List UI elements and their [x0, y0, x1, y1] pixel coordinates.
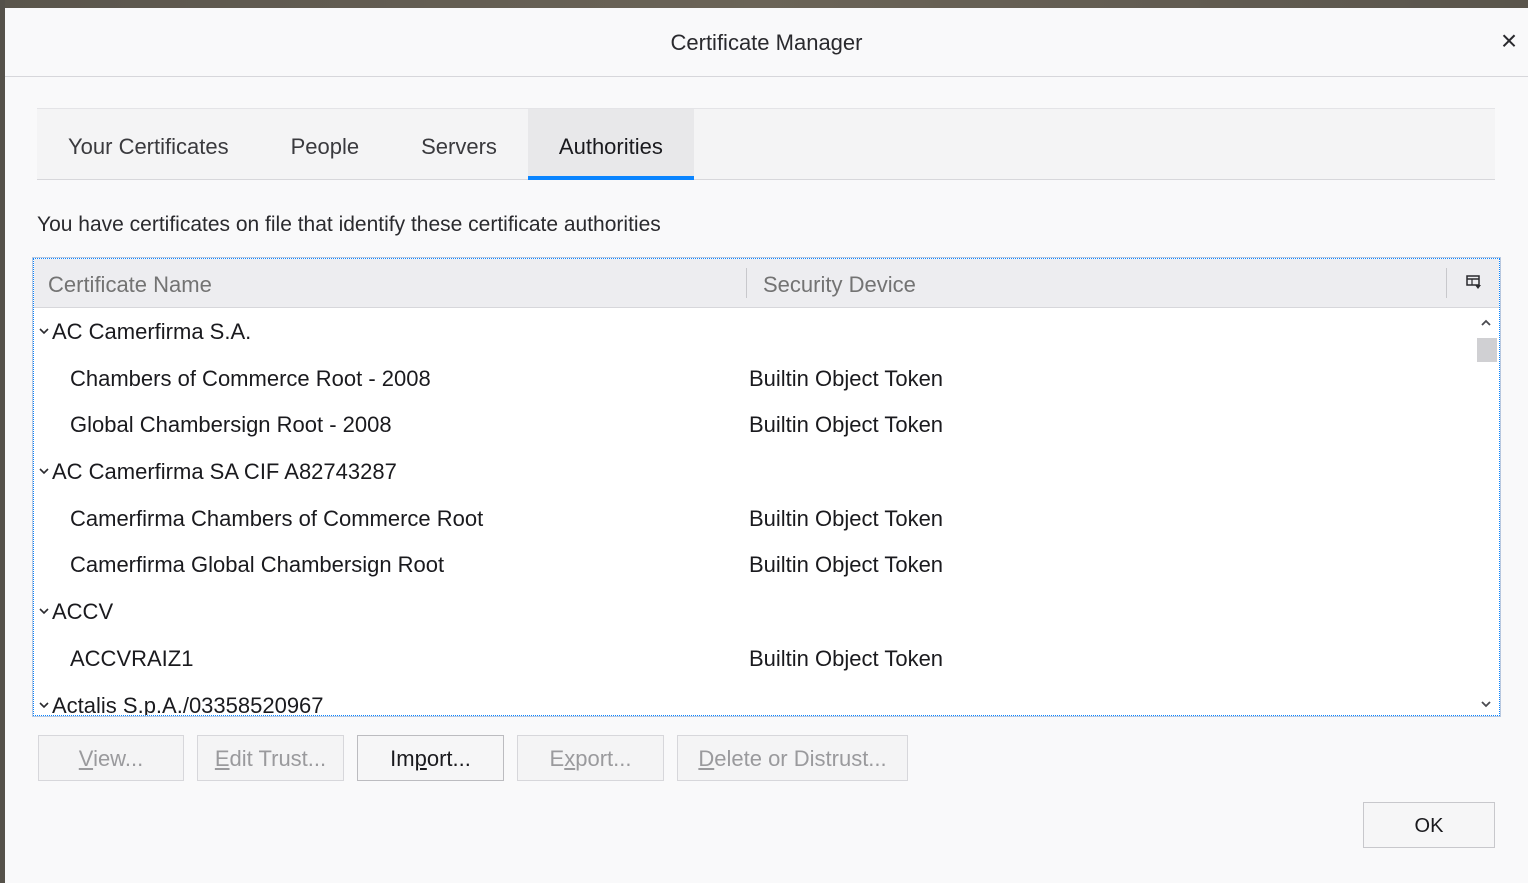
- window-frame-top: [0, 0, 1528, 8]
- button-access-key: p: [414, 746, 427, 771]
- tree-group-row[interactable]: AC Camerfirma S.A.: [34, 308, 1474, 355]
- close-icon[interactable]: ×: [1494, 26, 1524, 56]
- button-label: dit Trust...: [229, 746, 327, 771]
- button-label: iew...: [93, 746, 144, 771]
- export-button[interactable]: Export...: [517, 735, 664, 781]
- button-access-key: x: [564, 746, 576, 771]
- tree-group-row[interactable]: AC Camerfirma SA CIF A82743287: [34, 448, 1474, 495]
- security-device-cell: Builtin Object Token: [749, 645, 944, 671]
- import-button[interactable]: Import...: [357, 735, 504, 781]
- dialog-title: Certificate Manager: [670, 30, 863, 55]
- tree-group-row[interactable]: Actalis S.p.A./03358520967: [34, 682, 1474, 716]
- scroll-up-arrow-icon[interactable]: [1479, 316, 1493, 330]
- certificate-tree[interactable]: Certificate Name Security Device AC Came…: [32, 257, 1501, 717]
- tab-authorities[interactable]: Authorities: [527, 109, 694, 180]
- button-label: elete or Distrust...: [714, 746, 887, 771]
- tree-row[interactable]: ACCVRAIZ1 Builtin Object Token: [34, 635, 1474, 682]
- certificate-name-cell: Global Chambersign Root - 2008: [70, 412, 392, 438]
- scroll-down-arrow-icon[interactable]: [1479, 697, 1493, 711]
- certificate-name-cell: Camerfirma Global Chambersign Root: [70, 552, 445, 578]
- security-device-cell: Builtin Object Token: [749, 412, 944, 438]
- button-label: port...: [575, 746, 632, 771]
- certificate-name-cell: ACCVRAIZ1: [70, 645, 194, 671]
- tab-servers[interactable]: Servers: [390, 109, 528, 179]
- tree-row[interactable]: Camerfirma Chambers of Commerce Root Buil…: [34, 495, 1474, 542]
- tab-people[interactable]: People: [260, 109, 391, 179]
- view-button[interactable]: View...: [38, 735, 184, 781]
- certificate-manager-dialog: Certificate Manager × Your Certificates …: [5, 8, 1528, 883]
- button-access-key: D: [698, 746, 715, 771]
- tree-scrollbar[interactable]: [1473, 308, 1499, 715]
- title-bar: Certificate Manager ×: [5, 8, 1528, 77]
- tree-rows: AC Camerfirma S.A. Chambers of Commerce R…: [34, 308, 1474, 716]
- security-device-cell: Builtin Object Token: [749, 505, 944, 531]
- tab-bar: Your Certificates People Servers Authori…: [37, 108, 1495, 180]
- chevron-down-icon[interactable]: [38, 465, 50, 477]
- scrollbar-thumb[interactable]: [1477, 338, 1497, 362]
- tree-group-row[interactable]: ACCV: [34, 588, 1474, 635]
- certificate-name-cell: ACCV: [52, 599, 114, 625]
- delete-or-distrust-button[interactable]: Delete or Distrust...: [677, 735, 908, 781]
- chevron-down-icon[interactable]: [38, 699, 50, 711]
- tree-row[interactable]: Camerfirma Global Chambersign Root Builti…: [34, 541, 1474, 588]
- button-access-key: V: [78, 746, 94, 771]
- tree-row[interactable]: Chambers of Commerce Root - 2008 Builtin …: [34, 355, 1474, 402]
- security-device-cell: Builtin Object Token: [749, 552, 944, 578]
- certificate-name-cell: AC Camerfirma SA CIF A82743287: [52, 459, 397, 485]
- column-header-security-device[interactable]: Security Device: [763, 259, 916, 307]
- column-picker-icon[interactable]: [1465, 273, 1483, 291]
- certificate-name-cell: Chambers of Commerce Root - 2008: [70, 365, 431, 391]
- authorities-description: You have certificates on file that ident…: [37, 213, 661, 236]
- certificate-name-cell: Actalis S.p.A./03358520967: [52, 692, 324, 716]
- button-access-key: E: [214, 746, 230, 771]
- security-device-cell: Builtin Object Token: [749, 365, 944, 391]
- certificate-name-cell: Camerfirma Chambers of Commerce Root: [70, 505, 484, 531]
- column-splitter[interactable]: [746, 268, 747, 298]
- certificate-name-cell: AC Camerfirma S.A.: [52, 319, 252, 344]
- column-splitter[interactable]: [1446, 268, 1447, 298]
- button-label: ort...: [426, 746, 471, 771]
- tree-header: Certificate Name Security Device: [34, 259, 1499, 308]
- chevron-down-icon[interactable]: [38, 325, 50, 337]
- button-label: E: [549, 746, 565, 771]
- edit-trust-button[interactable]: Edit Trust...: [197, 735, 344, 781]
- button-label: Im: [390, 746, 415, 771]
- chevron-down-icon[interactable]: [38, 605, 50, 617]
- column-header-certificate-name[interactable]: Certificate Name: [48, 259, 212, 307]
- tree-row[interactable]: Global Chambersign Root - 2008 Builtin Ob…: [34, 401, 1474, 448]
- tab-your-certificates[interactable]: Your Certificates: [37, 109, 260, 179]
- ok-button[interactable]: OK: [1363, 802, 1495, 848]
